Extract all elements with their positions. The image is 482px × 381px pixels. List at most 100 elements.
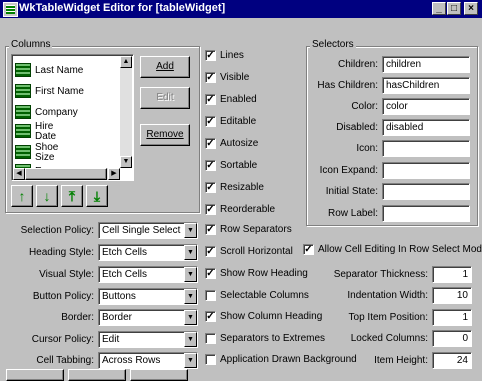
- policy-value: Etch Cells: [102, 247, 148, 258]
- policy-value: Edit: [102, 334, 120, 345]
- policy-value: Border: [102, 312, 133, 323]
- policy-select[interactable]: Buttons ▼: [98, 288, 198, 305]
- scroll-up-icon[interactable]: ▲: [120, 56, 132, 68]
- selector-label: Color:: [351, 101, 378, 112]
- numeric-label: Indentation Width:: [347, 290, 428, 301]
- remove-label: Remove: [146, 129, 184, 140]
- table-column-icon: [15, 145, 31, 159]
- numeric-input[interactable]: 1: [432, 309, 472, 326]
- selector-input[interactable]: [382, 162, 470, 179]
- list-item[interactable]: Hire Date: [15, 122, 119, 142]
- policy-select[interactable]: Across Rows ▼: [98, 352, 198, 369]
- scroll-left-icon[interactable]: ◀: [13, 168, 25, 180]
- chevron-down-icon[interactable]: ▼: [184, 353, 197, 368]
- option-label: Row Separators: [220, 224, 292, 235]
- policy-label: Border:: [61, 312, 94, 323]
- chevron-down-icon[interactable]: ▼: [184, 289, 197, 304]
- selector-input[interactable]: children: [382, 56, 470, 73]
- policy-value: Etch Cells: [102, 269, 148, 280]
- resizable-label: Resizable: [220, 182, 264, 193]
- bottom-button-1[interactable]: [6, 369, 64, 381]
- columns-list[interactable]: Last Name First Name Company Hire Date Shoe …: [11, 54, 134, 181]
- policy-label: Button Policy:: [32, 291, 94, 302]
- policy-select[interactable]: Edit ▼: [98, 331, 198, 348]
- numeric-input[interactable]: 24: [432, 352, 472, 369]
- policy-label: Cursor Policy:: [31, 334, 94, 345]
- move-down-button[interactable]: ↓: [36, 185, 58, 207]
- policy-select[interactable]: Border ▼: [98, 309, 198, 326]
- reorderable-checkbox[interactable]: ✓: [205, 204, 216, 215]
- close-button[interactable]: ×: [464, 2, 478, 15]
- numeric-input[interactable]: 10: [432, 287, 472, 304]
- selector-input[interactable]: [382, 183, 470, 200]
- list-item[interactable]: Last Name: [15, 61, 119, 81]
- lines-checkbox[interactable]: ✓: [205, 50, 216, 61]
- sortable-checkbox[interactable]: ✓: [205, 160, 216, 171]
- visible-checkbox[interactable]: ✓: [205, 72, 216, 83]
- autosize-checkbox[interactable]: ✓: [205, 138, 216, 149]
- list-item[interactable]: Company: [15, 103, 119, 123]
- scroll-thumb[interactable]: [25, 168, 107, 180]
- resizable-checkbox[interactable]: ✓: [205, 182, 216, 193]
- numeric-label: Separator Thickness:: [333, 269, 428, 280]
- chevron-down-icon[interactable]: ▼: [184, 332, 197, 347]
- scroll-down-icon[interactable]: ▼: [120, 156, 132, 168]
- table-column-icon: [15, 105, 31, 119]
- policy-select[interactable]: Etch Cells ▼: [98, 244, 198, 261]
- selector-label: Icon:: [356, 143, 378, 154]
- chevron-down-icon[interactable]: ▼: [184, 245, 197, 260]
- policy-select[interactable]: Cell Single Select ▼: [98, 222, 198, 239]
- selector-input[interactable]: disabled: [382, 119, 470, 136]
- move-up-button[interactable]: ↑: [11, 185, 33, 207]
- option-checkbox[interactable]: ✓: [205, 246, 216, 257]
- sortable-label: Sortable: [220, 160, 258, 171]
- list-vscrollbar[interactable]: ▲ ▼: [120, 56, 132, 168]
- bottom-button-2[interactable]: [68, 369, 126, 381]
- lines-label: Lines: [220, 50, 244, 61]
- reorderable-label: Reorderable: [220, 204, 276, 215]
- remove-button[interactable]: Remove: [140, 124, 190, 146]
- autosize-label: Autosize: [220, 138, 259, 149]
- numeric-input[interactable]: 0: [432, 330, 472, 347]
- list-hscrollbar[interactable]: ◀ ▶: [13, 168, 120, 180]
- move-top-button[interactable]: ⤒: [61, 185, 83, 207]
- allow-cell-editing-checkbox[interactable]: ✓: [303, 244, 314, 255]
- policy-select[interactable]: Etch Cells ▼: [98, 266, 198, 283]
- list-item[interactable]: Shoe Size: [15, 143, 119, 163]
- move-bottom-button[interactable]: ⤓: [86, 185, 108, 207]
- table-column-icon: [15, 63, 31, 77]
- maximize-button[interactable]: □: [447, 2, 461, 15]
- option-checkbox[interactable]: [205, 333, 216, 344]
- scroll-right-icon[interactable]: ▶: [108, 168, 120, 180]
- selector-input[interactable]: color: [382, 98, 470, 115]
- table-column-icon: [15, 84, 31, 98]
- selector-input[interactable]: hasChildren: [382, 77, 470, 94]
- numeric-input[interactable]: 1: [432, 266, 472, 283]
- selector-input[interactable]: [382, 205, 470, 222]
- chevron-down-icon[interactable]: ▼: [184, 267, 197, 282]
- edit-button[interactable]: Edit: [140, 87, 190, 109]
- list-item-label: Company: [35, 107, 78, 118]
- enabled-checkbox[interactable]: ✓: [205, 94, 216, 105]
- allow-cell-editing-label: Allow Cell Editing In Row Select Modes: [318, 244, 482, 255]
- minimize-button[interactable]: _: [432, 2, 446, 15]
- option-checkbox[interactable]: ✓: [205, 311, 216, 322]
- editable-checkbox[interactable]: ✓: [205, 116, 216, 127]
- title-bar: WkTableWidget Editor for [tableWidget] _…: [0, 0, 482, 18]
- list-item[interactable]: First Name: [15, 82, 119, 102]
- option-checkbox[interactable]: [205, 354, 216, 365]
- option-checkbox[interactable]: ✓: [205, 268, 216, 279]
- option-checkbox[interactable]: [205, 290, 216, 301]
- arrow-up-icon: ↑: [18, 188, 26, 204]
- table-column-icon: [15, 124, 31, 138]
- option-checkbox[interactable]: ✓: [205, 224, 216, 235]
- chevron-down-icon[interactable]: ▼: [184, 310, 197, 325]
- bottom-button-3[interactable]: [130, 369, 188, 381]
- policy-label: Cell Tabbing:: [36, 355, 94, 366]
- selector-input[interactable]: [382, 140, 470, 157]
- add-button[interactable]: Add: [140, 56, 190, 78]
- visible-label: Visible: [220, 72, 250, 83]
- numeric-label: Top Item Position:: [348, 312, 428, 323]
- chevron-down-icon[interactable]: ▼: [184, 223, 197, 238]
- policy-label: Heading Style:: [28, 247, 94, 258]
